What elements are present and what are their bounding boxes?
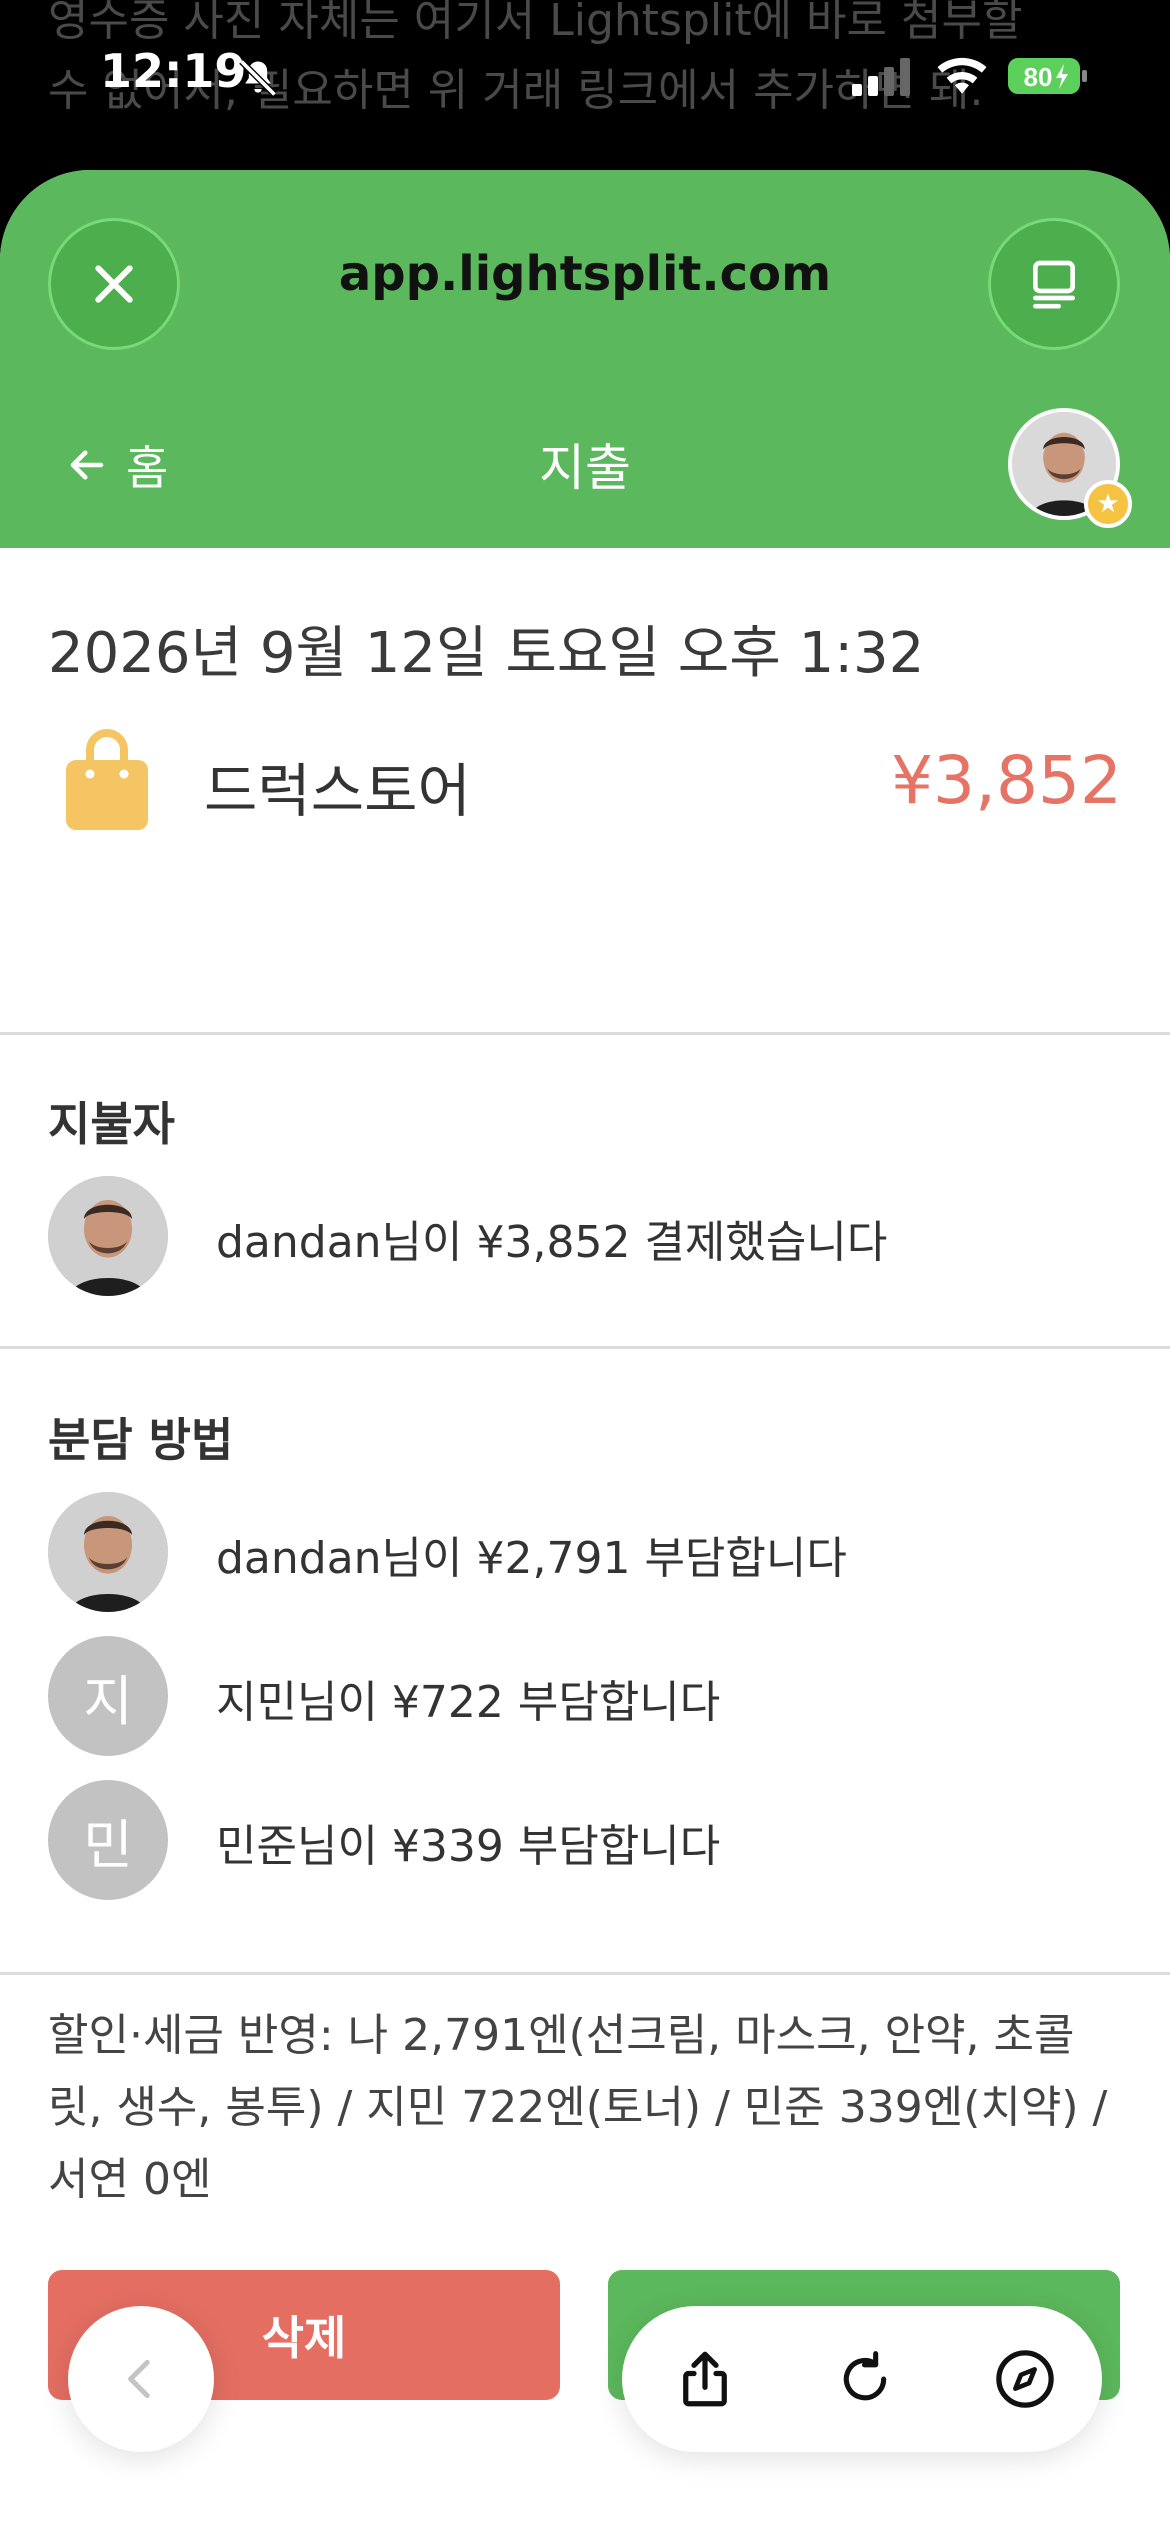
divider	[0, 1972, 1170, 1975]
chevron-left-icon	[128, 2359, 150, 2399]
payer-text: dandan님이 ¥3,852 결제했습니다	[216, 1217, 888, 1268]
expense-date: 2026년 9월 12일 토요일 오후 1:32	[48, 621, 925, 686]
split-text: dandan님이 ¥2,791 부담합니다	[216, 1533, 847, 1584]
divider	[0, 1346, 1170, 1349]
battery-indicator: 80	[1008, 56, 1088, 96]
share-button[interactable]	[664, 2338, 746, 2420]
status-bar: 12:19 80	[0, 0, 1170, 150]
person-photo-icon	[48, 1492, 168, 1612]
split-text: 지민님이 ¥722 부담합니다	[216, 1677, 721, 1728]
split-row: 민 민준님이 ¥339 부담합니다	[48, 1780, 1122, 1900]
star-badge-icon: ★	[1084, 480, 1132, 528]
person-photo-icon	[48, 1176, 168, 1296]
tabs-icon	[1033, 260, 1075, 309]
split-row: dandan님이 ¥2,791 부담합니다	[48, 1492, 1122, 1612]
expense-amount: ¥3,852	[891, 742, 1122, 819]
compass-button[interactable]	[984, 2338, 1066, 2420]
battery-level: 80	[1024, 62, 1053, 92]
split-section-title: 분담 방법	[48, 1413, 234, 1467]
expense-note: 할인·세금 반영: 나 2,791엔(선크림, 마스크, 안약, 초콜릿, 생수…	[48, 2010, 1108, 2205]
battery-icon: 80	[1008, 58, 1087, 94]
header: app.lightsplit.com 홈 지출 ★	[0, 170, 1170, 548]
reload-icon	[843, 2351, 887, 2401]
payer-section-title: 지불자	[48, 1097, 175, 1151]
avatar	[48, 1492, 168, 1612]
bell-muted-icon	[239, 59, 277, 97]
page-title: 지출	[539, 439, 631, 497]
split-row: 지 지민님이 ¥722 부담합니다	[48, 1636, 1122, 1756]
initial-avatar: 지	[48, 1636, 168, 1756]
tabs-button[interactable]	[988, 218, 1120, 350]
cellular-signal-icon	[852, 58, 910, 96]
profile-avatar[interactable]: ★	[1008, 408, 1132, 528]
merchant-name: 드럭스토어	[204, 757, 471, 825]
divider	[0, 1032, 1170, 1035]
initial-avatar: 민	[48, 1780, 168, 1900]
browser-toolbar	[622, 2306, 1102, 2452]
status-time: 12:19	[100, 44, 247, 98]
split-text: 민준님이 ¥339 부담합니다	[216, 1821, 721, 1872]
avatar	[48, 1176, 168, 1296]
compass-icon	[996, 2350, 1054, 2408]
bag-icon	[66, 729, 148, 830]
browser-back-button[interactable]	[68, 2306, 214, 2452]
merchant-row: 드럭스토어 ¥3,852	[48, 724, 1122, 834]
browser-sheet: app.lightsplit.com 홈 지출 ★ 2026년 9월 12일 토…	[0, 170, 1170, 2532]
wifi-icon	[937, 57, 987, 94]
payer-row: dandan님이 ¥3,852 결제했습니다	[48, 1176, 1122, 1296]
reload-button[interactable]	[824, 2338, 906, 2420]
share-icon	[683, 2351, 727, 2407]
